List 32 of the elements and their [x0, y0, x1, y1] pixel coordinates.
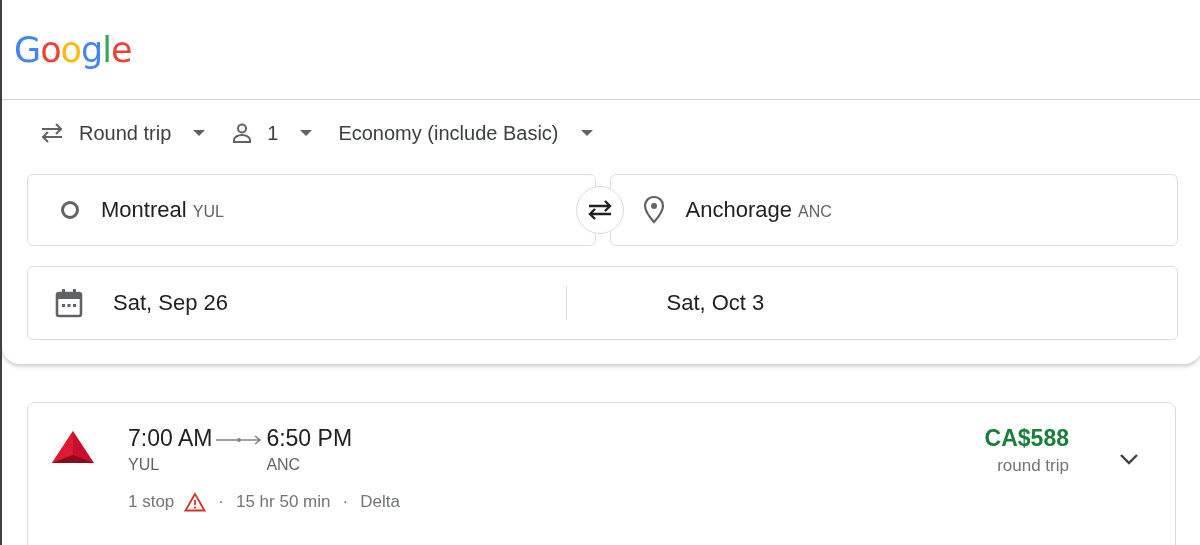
- calendar-icon: [55, 288, 83, 318]
- separator-dot: ·: [342, 492, 349, 512]
- price-note: round trip: [997, 456, 1069, 476]
- price: CA$588: [984, 425, 1069, 452]
- arrow-icon: [216, 435, 263, 445]
- destination-field[interactable]: Anchorage ANC: [609, 174, 1178, 246]
- airline: Delta: [360, 492, 400, 512]
- airport-code: YUL: [128, 456, 161, 474]
- caret-icon: [580, 130, 593, 136]
- caret-icon: [193, 130, 206, 136]
- chevron-down-icon[interactable]: [1119, 453, 1139, 465]
- origin-field[interactable]: Montreal YUL: [27, 174, 596, 246]
- swap-button[interactable]: [576, 186, 624, 234]
- circle-icon: [59, 199, 81, 221]
- return-date: Sat, Oct 3: [666, 290, 765, 316]
- date-field[interactable]: Sat, Sep 26 Sat, Oct 3: [27, 266, 1178, 340]
- stops: 1 stop: [128, 492, 175, 512]
- location-pin-icon: [641, 195, 666, 225]
- class-dropdown[interactable]: Economy (include Basic): [338, 121, 593, 145]
- person-icon: [231, 122, 254, 144]
- swap-arrows-icon: [39, 122, 65, 144]
- separator-dot: ·: [218, 492, 224, 512]
- trip-dropdown[interactable]: Round trip: [39, 121, 206, 145]
- departure-time: 7:00 AM: [128, 425, 213, 452]
- duration: 15 hr 50 min: [236, 492, 331, 512]
- airport-code: ANC: [266, 456, 302, 474]
- flight-card[interactable]: 7:00 AM YUL 6:50 PM ANC 1 stop · 15 hr 50 min · Delta CA$588 round trip: [27, 402, 1176, 545]
- arrival-time: 6:50 PM: [266, 425, 353, 452]
- departure-date: Sat, Sep 26: [113, 290, 228, 316]
- logo[interactable]: Google: [14, 29, 132, 70]
- caret-icon: [300, 130, 313, 136]
- passengers-dropdown[interactable]: 1: [231, 121, 313, 145]
